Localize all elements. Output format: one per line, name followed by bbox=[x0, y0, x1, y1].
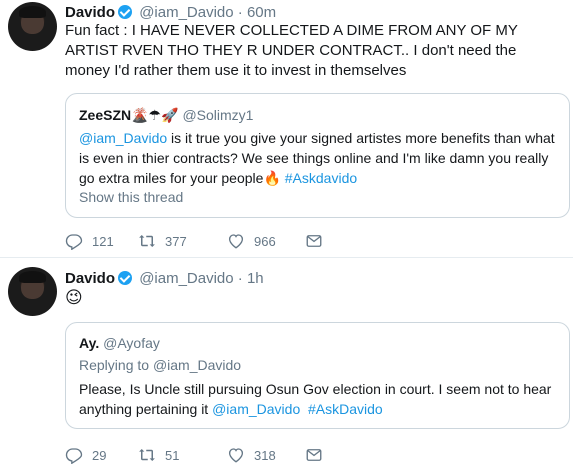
tweet-header: Davido @iam_Davido · 1h bbox=[65, 269, 264, 289]
author-name[interactable]: Davido bbox=[65, 270, 115, 287]
like-button[interactable]: 318 bbox=[227, 445, 276, 465]
tweet-actions: 29 51 318 bbox=[65, 445, 365, 465]
like-count: 318 bbox=[254, 447, 276, 463]
quote-mention[interactable]: @iam_Davido bbox=[79, 130, 167, 146]
retweet-button[interactable]: 51 bbox=[138, 445, 179, 465]
quote-author-name: Ay. bbox=[79, 335, 100, 351]
reply-count: 29 bbox=[92, 447, 107, 463]
tweet-header: Davido @iam_Davido · 60m bbox=[65, 3, 276, 23]
reply-count: 121 bbox=[92, 233, 114, 249]
quote-hashtag[interactable]: #Askdavido bbox=[281, 170, 357, 186]
quote-mention[interactable]: @iam_Davido bbox=[212, 401, 300, 417]
verified-badge-icon bbox=[118, 5, 133, 19]
quoted-tweet[interactable]: ZeeSZN🌋☂🚀 @Solimzy1 @iam_Davido is it tr… bbox=[65, 93, 570, 218]
quote-author-name: ZeeSZN bbox=[79, 107, 132, 123]
quote-text: Please, Is Uncle still pursuing Osun Gov… bbox=[79, 379, 559, 419]
avatar[interactable] bbox=[8, 2, 57, 51]
show-thread-link[interactable]: Show this thread bbox=[79, 189, 183, 205]
tweet-2[interactable]: Davido @iam_Davido · 1h 😉 Ay. @Ayofay Re… bbox=[0, 258, 573, 467]
quote-name-emojis: 🌋☂🚀 bbox=[131, 108, 179, 124]
quote-header: Ay. @Ayofay bbox=[79, 334, 160, 352]
like-count: 966 bbox=[254, 233, 276, 249]
timestamp[interactable]: 1h bbox=[247, 270, 264, 287]
tweet-text: Fun fact : I HAVE NEVER COLLECTED A DIME… bbox=[65, 22, 518, 79]
quote-text: @iam_Davido is it true you give your sig… bbox=[79, 128, 559, 189]
tweet-actions: 121 377 966 bbox=[65, 231, 365, 251]
separator-dot: · bbox=[237, 270, 243, 287]
like-button[interactable]: 966 bbox=[227, 231, 276, 251]
quote-hashtag[interactable]: #AskDavido bbox=[300, 401, 383, 417]
message-button[interactable] bbox=[305, 231, 323, 251]
like-icon bbox=[228, 448, 244, 463]
replying-to: Replying to @iam_Davido bbox=[79, 356, 241, 374]
replying-prefix: Replying to bbox=[79, 357, 153, 373]
message-button[interactable] bbox=[305, 445, 323, 465]
reply-button[interactable]: 121 bbox=[65, 231, 114, 251]
retweet-count: 51 bbox=[165, 447, 180, 463]
reply-button[interactable]: 29 bbox=[65, 445, 106, 465]
message-icon bbox=[306, 235, 322, 247]
reply-icon bbox=[65, 234, 83, 250]
quote-author-handle: @Ayofay bbox=[103, 335, 160, 351]
author-handle[interactable]: @iam_Davido bbox=[139, 270, 233, 287]
quoted-tweet[interactable]: Ay. @Ayofay Replying to @iam_Davido Plea… bbox=[65, 322, 570, 429]
verified-badge-icon bbox=[118, 271, 133, 285]
like-icon bbox=[228, 234, 244, 249]
quote-author-handle: @Solimzy1 bbox=[182, 107, 254, 123]
timestamp[interactable]: 60m bbox=[247, 4, 276, 21]
author-handle[interactable]: @iam_Davido bbox=[139, 4, 233, 21]
tweet-1[interactable]: Davido @iam_Davido · 60m Fun fact : I HA… bbox=[0, 0, 573, 257]
replying-handle: @iam_Davido bbox=[152, 357, 242, 373]
fire-emoji: 🔥 bbox=[263, 171, 281, 187]
retweet-icon bbox=[139, 235, 155, 247]
message-icon bbox=[306, 449, 322, 461]
retweet-button[interactable]: 377 bbox=[138, 231, 187, 251]
author-name[interactable]: Davido bbox=[65, 4, 115, 21]
retweet-count: 377 bbox=[165, 233, 187, 249]
tweet-text: 😉 bbox=[65, 288, 83, 308]
avatar[interactable] bbox=[8, 267, 57, 316]
reply-icon bbox=[65, 448, 83, 464]
quote-header: ZeeSZN🌋☂🚀 @Solimzy1 bbox=[79, 106, 253, 125]
separator-dot: · bbox=[237, 4, 243, 21]
retweet-icon bbox=[139, 449, 155, 461]
